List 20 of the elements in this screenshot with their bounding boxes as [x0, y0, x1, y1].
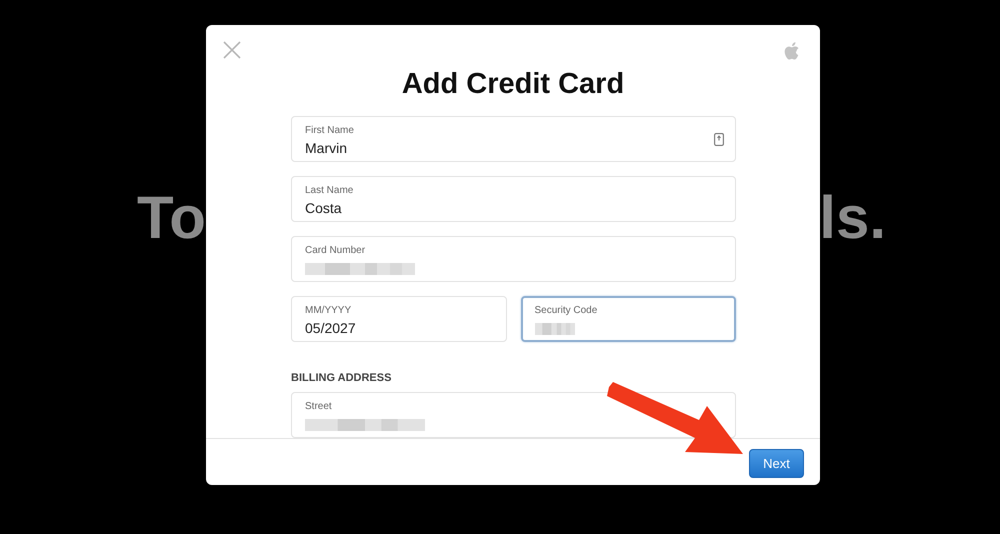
dialog-title: Add Credit Card: [400, 67, 626, 101]
field-value: Costa: [305, 199, 342, 217]
field-value: 05/2027: [305, 319, 356, 337]
section-heading: BILLING ADDRESS: [291, 372, 392, 384]
field-label: First Name: [305, 125, 354, 137]
input-field[interactable]: MM/YYYY 05/2027: [291, 296, 506, 342]
input-field[interactable]: Security Code: [520, 296, 736, 342]
background-headline: To: [137, 186, 206, 250]
field-label: Security Code: [534, 305, 598, 317]
input-field[interactable]: First Name Marvin: [291, 116, 736, 162]
input-field[interactable]: Card Number: [291, 236, 736, 282]
field-label: Card Number: [305, 245, 366, 257]
next-button[interactable]: Next: [749, 448, 804, 478]
field-label: Last Name: [305, 185, 354, 197]
background-headline: ls.: [819, 186, 886, 250]
input-field[interactable]: Last Name Costa: [291, 176, 736, 222]
field-label: Street: [305, 401, 332, 413]
field-value: Marvin: [305, 139, 348, 157]
field-label: MM/YYYY: [305, 305, 352, 317]
contacts-icon[interactable]: [714, 133, 724, 146]
